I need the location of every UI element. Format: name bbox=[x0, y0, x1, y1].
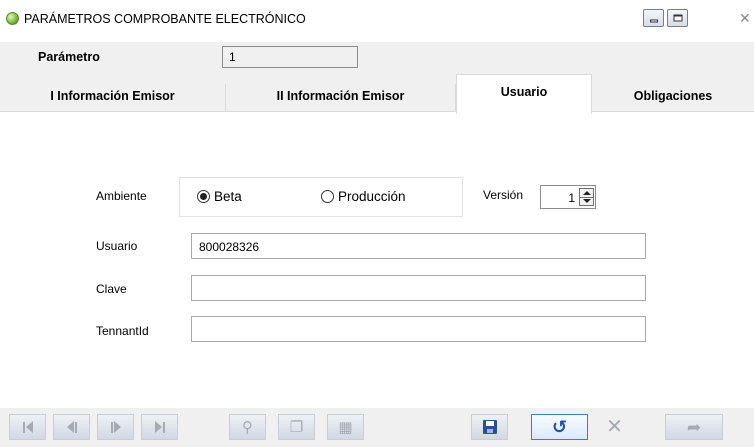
search-key-icon: ⚲ bbox=[242, 418, 253, 436]
tennantid-input[interactable] bbox=[191, 316, 646, 342]
radio-produccion[interactable]: Producción bbox=[321, 189, 406, 204]
version-stepper[interactable]: 1 bbox=[540, 185, 596, 209]
save-icon bbox=[482, 420, 497, 434]
maximize-icon bbox=[673, 14, 682, 22]
cancel-button[interactable]: ✕ bbox=[596, 414, 633, 440]
undo-button[interactable]: ↺ bbox=[531, 414, 588, 440]
save-button[interactable] bbox=[471, 414, 508, 440]
radio-beta[interactable]: Beta bbox=[197, 189, 242, 204]
ambiente-label: Ambiente bbox=[96, 189, 147, 203]
title-bar: PARÁMETROS COMPROBANTE ELECTRÓNICO ✕ bbox=[0, 0, 754, 40]
last-record-button[interactable] bbox=[141, 414, 178, 440]
radio-beta-circle[interactable] bbox=[197, 190, 210, 203]
minimize-icon bbox=[649, 19, 658, 23]
tab-usuario[interactable]: Usuario bbox=[456, 74, 592, 114]
version-value[interactable]: 1 bbox=[568, 191, 575, 205]
exit-icon: ➦ bbox=[686, 417, 702, 437]
calculator-icon: ▦ bbox=[338, 418, 353, 436]
previous-record-icon bbox=[66, 421, 77, 433]
next-record-button[interactable] bbox=[97, 414, 134, 440]
radio-beta-label: Beta bbox=[214, 189, 242, 204]
first-record-icon bbox=[22, 421, 33, 433]
clave-input[interactable] bbox=[191, 275, 646, 301]
clave-label: Clave bbox=[96, 282, 127, 296]
spin-up-icon[interactable] bbox=[583, 191, 591, 195]
parametro-input[interactable]: 1 bbox=[222, 46, 358, 68]
tab-obligaciones[interactable]: Obligaciones bbox=[592, 84, 754, 112]
undo-icon: ↺ bbox=[551, 417, 568, 437]
tennantid-label: TennantId bbox=[96, 324, 149, 338]
app-globe-icon bbox=[6, 12, 19, 25]
tab-informacion-emisor-1[interactable]: I Información Emisor bbox=[0, 84, 226, 112]
usuario-label: Usuario bbox=[96, 239, 138, 253]
spin-down-icon[interactable] bbox=[583, 199, 591, 203]
tab-informacion-emisor-2[interactable]: II Información Emisor bbox=[226, 84, 456, 112]
window-title: PARÁMETROS COMPROBANTE ELECTRÓNICO bbox=[24, 12, 306, 26]
window-controls bbox=[643, 9, 689, 31]
cancel-icon: ✕ bbox=[606, 416, 623, 438]
first-record-button[interactable] bbox=[9, 414, 46, 440]
last-record-icon bbox=[154, 421, 165, 433]
radio-produccion-label: Producción bbox=[338, 189, 406, 204]
version-label: Versión bbox=[483, 188, 524, 202]
spin-divider bbox=[580, 197, 593, 198]
next-record-icon bbox=[110, 421, 121, 433]
version-spin-buttons[interactable] bbox=[579, 188, 594, 206]
parametro-label: Parámetro bbox=[38, 50, 100, 64]
usuario-input[interactable]: 800028326 bbox=[191, 233, 646, 259]
calculator-button[interactable]: ▦ bbox=[327, 414, 364, 440]
exit-button[interactable]: ➦ bbox=[665, 414, 723, 440]
parametro-row bbox=[0, 42, 754, 72]
search-key-button[interactable]: ⚲ bbox=[229, 414, 266, 440]
previous-record-button[interactable] bbox=[53, 414, 90, 440]
copy-button[interactable]: ❐ bbox=[278, 414, 315, 440]
copy-icon: ❐ bbox=[289, 418, 304, 436]
close-icon[interactable]: ✕ bbox=[739, 9, 751, 27]
maximize-button[interactable] bbox=[667, 9, 688, 27]
minimize-button[interactable] bbox=[643, 9, 664, 27]
radio-produccion-circle[interactable] bbox=[321, 190, 334, 203]
